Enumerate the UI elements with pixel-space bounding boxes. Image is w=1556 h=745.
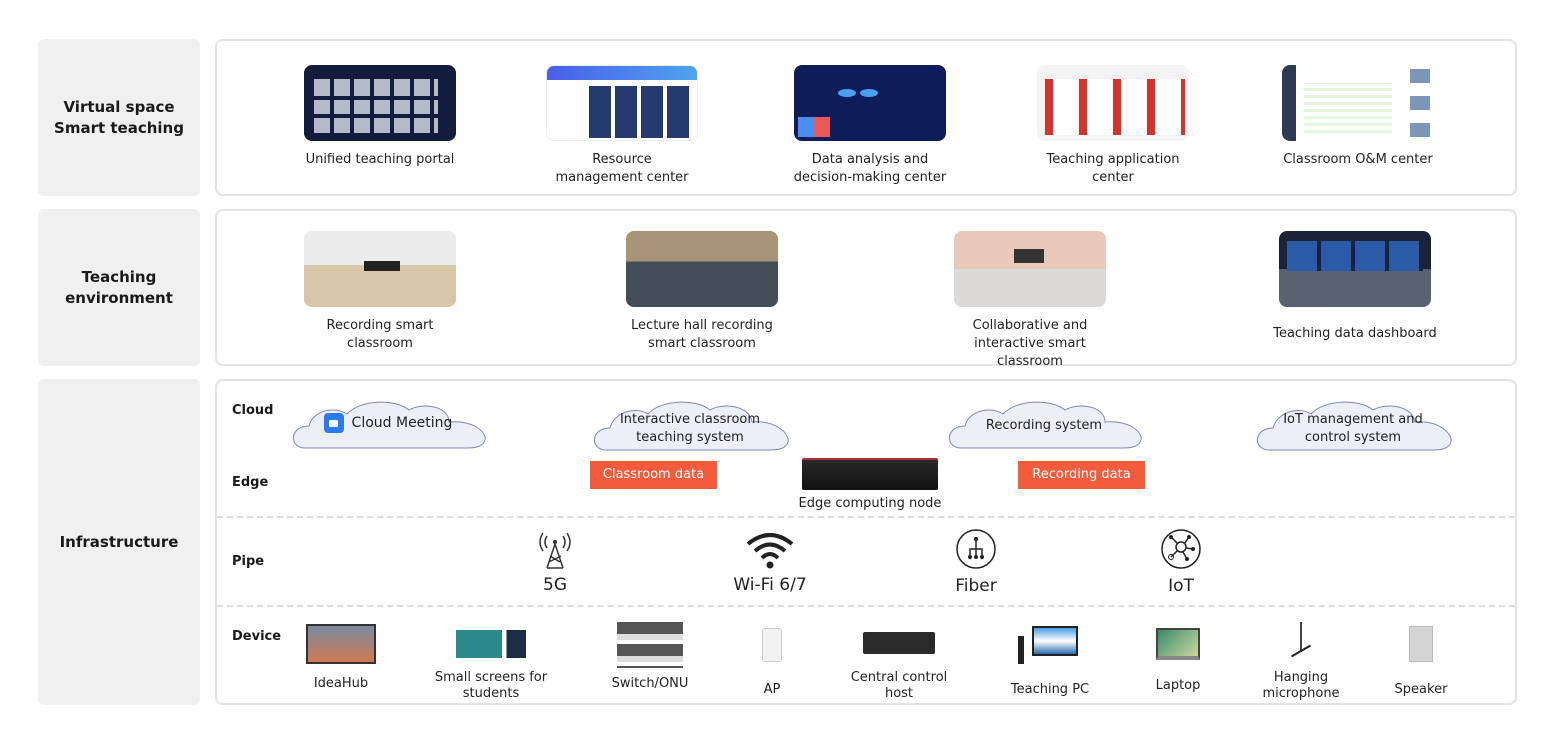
recording-system-cloud[interactable]: Recording system <box>943 396 1145 450</box>
dashboard-screenshot <box>794 65 946 141</box>
wifi-icon <box>746 533 794 569</box>
lecture-hall-photo <box>626 231 778 307</box>
interactive-classroom-cloud[interactable]: Interactive classroom teaching system <box>588 396 792 452</box>
switch-image <box>617 622 683 668</box>
divider <box>217 605 1515 607</box>
resource-screenshot <box>546 65 698 141</box>
iot-management-cloud[interactable]: IoT management and control system <box>1251 396 1455 452</box>
laptop-image <box>1156 628 1200 660</box>
data-dashboard-photo <box>1279 231 1431 307</box>
cloud-sublabel: Cloud <box>232 403 274 418</box>
data-dashboard-item[interactable]: Teaching data dashboard <box>1270 231 1440 343</box>
speaker-image <box>1409 626 1433 662</box>
device-small-screens: Small screens for students <box>431 630 551 702</box>
device-sublabel: Device <box>232 629 282 644</box>
portal-item[interactable]: Unified teaching portal <box>303 65 457 169</box>
portal-screenshot <box>304 65 456 141</box>
divider <box>217 516 1515 518</box>
pipe-iot: IoT <box>1121 527 1241 596</box>
edge-sublabel: Edge <box>232 475 269 490</box>
device-speaker: Speaker <box>1361 626 1481 698</box>
recording-data-tag: Recording data <box>1018 461 1145 489</box>
teaching-app-item[interactable]: Teaching application center <box>1033 65 1193 187</box>
pipe-5g: 5G <box>495 530 615 595</box>
resource-item[interactable]: Resource management center <box>540 65 704 187</box>
device-teaching-pc: Teaching PC <box>990 626 1110 698</box>
apps-screenshot <box>1037 65 1189 141</box>
pc-image <box>1018 626 1082 666</box>
ap-image <box>762 628 782 662</box>
cloud-meeting[interactable]: Cloud Meeting <box>287 396 489 450</box>
recording-classroom-item[interactable]: Recording smart classroom <box>303 231 457 353</box>
edge-computing-node[interactable]: Edge computing node <box>790 458 950 513</box>
fiber-icon <box>956 529 996 569</box>
om-item[interactable]: Classroom O&M center <box>1278 65 1438 169</box>
collab-classroom-photo <box>954 231 1106 307</box>
microphone-image <box>1286 622 1316 662</box>
lecture-hall-item[interactable]: Lecture hall recording smart classroom <box>620 231 784 353</box>
layer-label-teaching-environment: Teaching environment <box>38 209 200 366</box>
edge-server-image <box>802 458 938 490</box>
video-camera-icon <box>323 413 344 433</box>
pipe-wifi: Wi-Fi 6/7 <box>710 530 830 595</box>
layer-label-infrastructure: Infrastructure <box>38 379 200 705</box>
iot-icon <box>1161 529 1201 569</box>
om-screenshot <box>1282 65 1434 141</box>
device-central-control: Central control host <box>839 632 959 702</box>
collab-classroom-item[interactable]: Collaborative and interactive smart clas… <box>935 231 1125 371</box>
tablet-phone-image <box>456 630 526 658</box>
cell-tower-icon <box>539 532 571 569</box>
device-hanging-microphone: Hanging microphone <box>1241 622 1361 702</box>
classroom-data-tag: Classroom data <box>590 461 717 489</box>
control-host-image <box>863 632 935 654</box>
device-ideahub: IdeaHub <box>281 624 401 692</box>
device-switch: Switch/ONU <box>590 622 710 692</box>
ideahub-image <box>306 624 376 664</box>
classroom-photo <box>304 231 456 307</box>
pipe-fiber: Fiber <box>916 527 1036 596</box>
layer-label-virtual-space: Virtual space Smart teaching <box>38 39 200 196</box>
pipe-sublabel: Pipe <box>232 554 265 569</box>
device-laptop: Laptop <box>1118 628 1238 694</box>
data-analysis-item[interactable]: Data analysis and decision-making center <box>785 65 955 187</box>
device-ap: AP <box>712 628 832 698</box>
